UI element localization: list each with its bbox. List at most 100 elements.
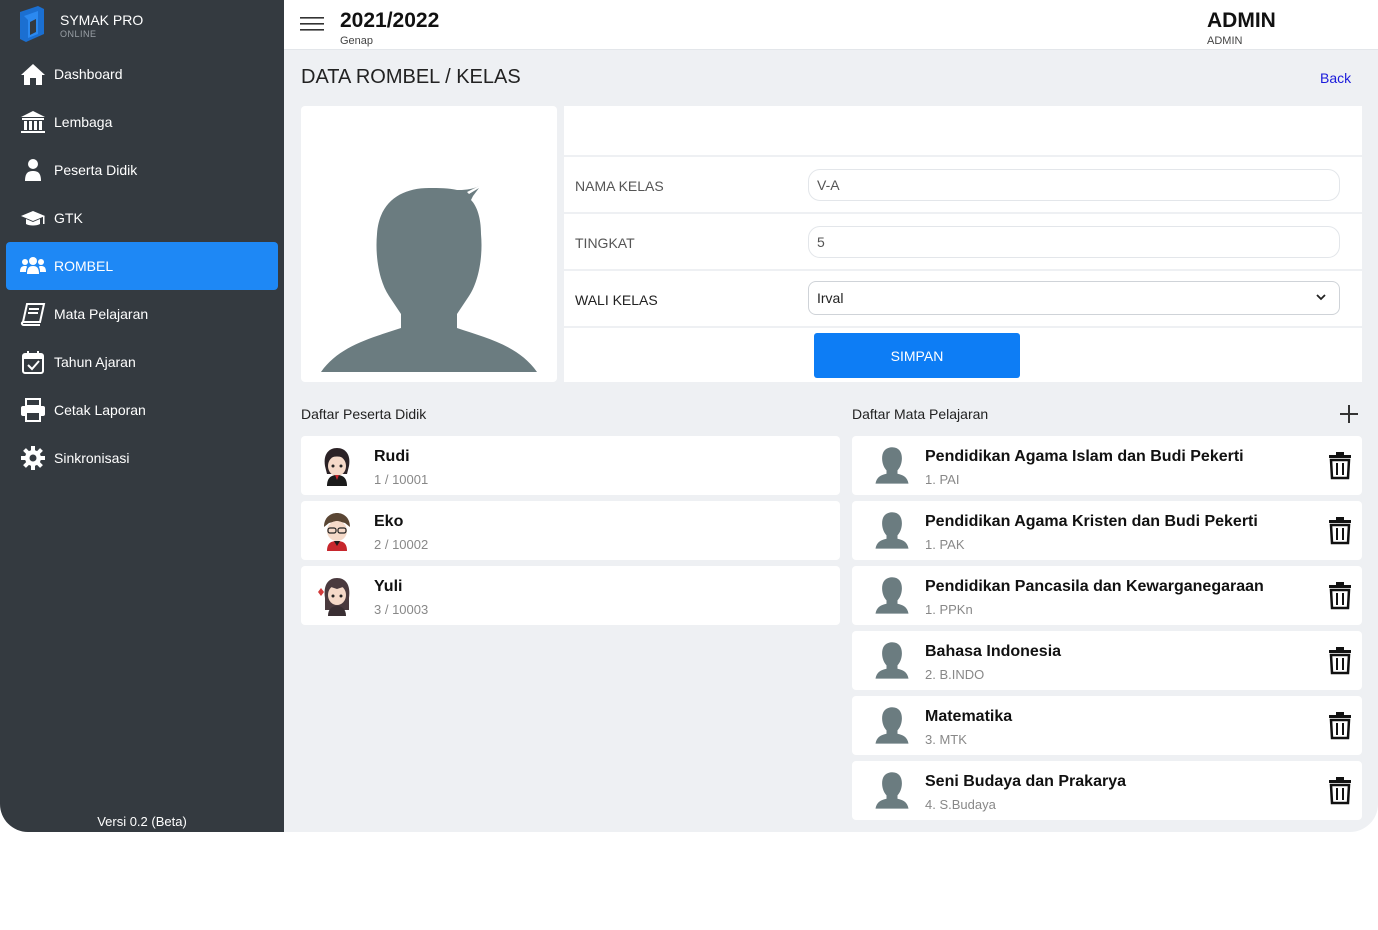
sidebar-item-peserta-didik[interactable]: Peserta Didik bbox=[6, 146, 278, 194]
tingkat-row: TINGKAT 5 bbox=[564, 214, 1362, 271]
wali-kelas-label: WALI KELAS bbox=[575, 292, 658, 308]
person-silhouette-icon bbox=[870, 444, 914, 488]
page-title: DATA ROMBEL / KELAS bbox=[301, 66, 521, 88]
class-photo bbox=[301, 106, 557, 382]
nama-kelas-label: NAMA KELAS bbox=[575, 178, 664, 194]
person-silhouette-icon bbox=[870, 509, 914, 553]
institution-icon bbox=[20, 109, 46, 135]
sidebar-item-label: Lembaga bbox=[54, 114, 113, 130]
subject-list: Pendidikan Agama Islam dan Budi Pekerti … bbox=[852, 436, 1362, 826]
subject-name: Matematika bbox=[925, 708, 1013, 725]
student-avatar bbox=[324, 448, 350, 486]
wali-kelas-row: WALI KELAS Irval bbox=[564, 271, 1362, 328]
person-silhouette-icon bbox=[870, 639, 914, 683]
sidebar-item-label: Dashboard bbox=[54, 66, 123, 82]
sidebar-item-label: Tahun Ajaran bbox=[54, 354, 136, 370]
subject-item[interactable]: Pendidikan Pancasila dan Kewarganegaraan… bbox=[852, 566, 1362, 625]
person-silhouette-icon bbox=[870, 704, 914, 748]
app-version: Versi 0.2 (Beta) bbox=[97, 814, 187, 829]
subject-item[interactable]: Bahasa Indonesia 2. B.INDO bbox=[852, 631, 1362, 690]
graduation-cap-icon bbox=[20, 205, 46, 231]
student-item[interactable]: Yuli 3 / 10003 bbox=[301, 566, 840, 625]
trash-icon[interactable] bbox=[1326, 450, 1354, 480]
home-icon bbox=[20, 61, 46, 87]
subject-name: Bahasa Indonesia bbox=[925, 643, 1062, 660]
subject-item[interactable]: Pendidikan Agama Islam dan Budi Pekerti … bbox=[852, 436, 1362, 495]
sidebar-item-dashboard[interactable]: Dashboard bbox=[6, 50, 278, 98]
wali-kelas-select[interactable]: Irval bbox=[808, 281, 1340, 315]
sidebar-item-label: ROMBEL bbox=[54, 258, 114, 274]
menu-icon[interactable] bbox=[300, 14, 324, 34]
tingkat-label: TINGKAT bbox=[575, 235, 635, 251]
subject-item[interactable]: Pendidikan Agama Kristen dan Budi Pekert… bbox=[852, 501, 1362, 560]
calendar-check-icon bbox=[20, 349, 46, 375]
sidebar-item-tahun-ajaran[interactable]: Tahun Ajaran bbox=[6, 338, 278, 386]
subject-name: Pendidikan Agama Islam dan Budi Pekerti bbox=[925, 448, 1244, 465]
subject-code: 1. PPKn bbox=[925, 602, 973, 617]
sidebar-item-cetak-laporan[interactable]: Cetak Laporan bbox=[6, 386, 278, 434]
users-icon bbox=[20, 253, 46, 279]
person-silhouette-icon bbox=[870, 574, 914, 618]
trash-icon[interactable] bbox=[1326, 515, 1354, 545]
student-name: Yuli bbox=[374, 578, 403, 595]
student-name: Eko bbox=[374, 513, 404, 530]
sidebar-item-label: Mata Pelajaran bbox=[54, 306, 149, 322]
subject-item[interactable]: Seni Budaya dan Prakarya 4. S.Budaya bbox=[852, 761, 1362, 820]
connection-status: ONLINE bbox=[60, 29, 97, 39]
sidebar-item-label: GTK bbox=[54, 210, 83, 226]
wali-kelas-value: Irval bbox=[817, 290, 844, 306]
sidebar-item-lembaga[interactable]: Lembaga bbox=[6, 98, 278, 146]
student-name: Rudi bbox=[374, 448, 410, 465]
trash-icon[interactable] bbox=[1326, 775, 1354, 805]
student-id: 3 / 10003 bbox=[374, 602, 429, 617]
subject-code: 1. PAK bbox=[925, 537, 965, 552]
subject-code: 2. B.INDO bbox=[925, 667, 985, 682]
sidebar: SYMAK PRO ONLINE Dashboard Lembaga Peser… bbox=[0, 0, 284, 832]
user-icon bbox=[20, 157, 46, 183]
sidebar-item-mata-pelajaran[interactable]: Mata Pelajaran bbox=[6, 290, 278, 338]
trash-icon[interactable] bbox=[1326, 710, 1354, 740]
app-logo-icon bbox=[20, 6, 44, 42]
semester-label: Genap bbox=[340, 35, 374, 47]
sidebar-item-rombel[interactable]: ROMBEL bbox=[6, 242, 278, 290]
person-silhouette-icon bbox=[321, 186, 537, 372]
student-list-title: Daftar Peserta Didik bbox=[301, 406, 427, 422]
subject-name: Seni Budaya dan Prakarya bbox=[925, 773, 1126, 790]
book-icon bbox=[20, 301, 46, 327]
student-id: 1 / 10001 bbox=[374, 472, 429, 487]
class-form: NAMA KELAS V-A TINGKAT 5 WALI KELAS Irva… bbox=[564, 106, 1362, 382]
sidebar-item-sinkronisasi[interactable]: Sinkronisasi bbox=[6, 434, 278, 482]
top-bar: 2021/2022 Genap ADMIN ADMIN bbox=[284, 0, 1378, 50]
trash-icon[interactable] bbox=[1326, 580, 1354, 610]
nama-kelas-value: V-A bbox=[817, 177, 840, 193]
subject-name: Pendidikan Pancasila dan Kewarganegaraan bbox=[925, 578, 1264, 595]
person-silhouette-icon bbox=[870, 769, 914, 813]
user-name[interactable]: ADMIN bbox=[1207, 9, 1276, 33]
brand: SYMAK PRO ONLINE bbox=[14, 2, 143, 48]
tingkat-input[interactable]: 5 bbox=[808, 226, 1340, 258]
add-subject-icon[interactable] bbox=[1338, 403, 1360, 425]
sidebar-item-gtk[interactable]: GTK bbox=[6, 194, 278, 242]
student-list: Rudi 1 / 10001 Eko 2 / 10002 Yuli 3 / 10… bbox=[301, 436, 840, 631]
subject-code: 1. PAI bbox=[925, 472, 960, 487]
student-item[interactable]: Eko 2 / 10002 bbox=[301, 501, 840, 560]
student-id: 2 / 10002 bbox=[374, 537, 429, 552]
academic-year: 2021/2022 bbox=[340, 9, 440, 32]
sidebar-item-label: Cetak Laporan bbox=[54, 402, 146, 418]
student-avatar bbox=[324, 513, 350, 551]
gear-icon bbox=[20, 445, 46, 471]
sidebar-item-label: Peserta Didik bbox=[54, 162, 138, 178]
subject-item[interactable]: Matematika 3. MTK bbox=[852, 696, 1362, 755]
app-window: SYMAK PRO ONLINE Dashboard Lembaga Peser… bbox=[0, 0, 1378, 832]
student-item[interactable]: Rudi 1 / 10001 bbox=[301, 436, 840, 495]
nama-kelas-input[interactable]: V-A bbox=[808, 169, 1340, 201]
trash-icon[interactable] bbox=[1326, 645, 1354, 675]
user-role: ADMIN bbox=[1207, 35, 1243, 47]
subject-code: 4. S.Budaya bbox=[925, 797, 996, 812]
save-button[interactable]: SIMPAN bbox=[814, 333, 1020, 378]
nama-kelas-row: NAMA KELAS V-A bbox=[564, 157, 1362, 214]
back-link[interactable]: Back bbox=[1320, 70, 1351, 86]
tingkat-value: 5 bbox=[817, 234, 825, 250]
student-avatar bbox=[318, 578, 350, 616]
subject-name: Pendidikan Agama Kristen dan Budi Pekert… bbox=[925, 513, 1258, 530]
